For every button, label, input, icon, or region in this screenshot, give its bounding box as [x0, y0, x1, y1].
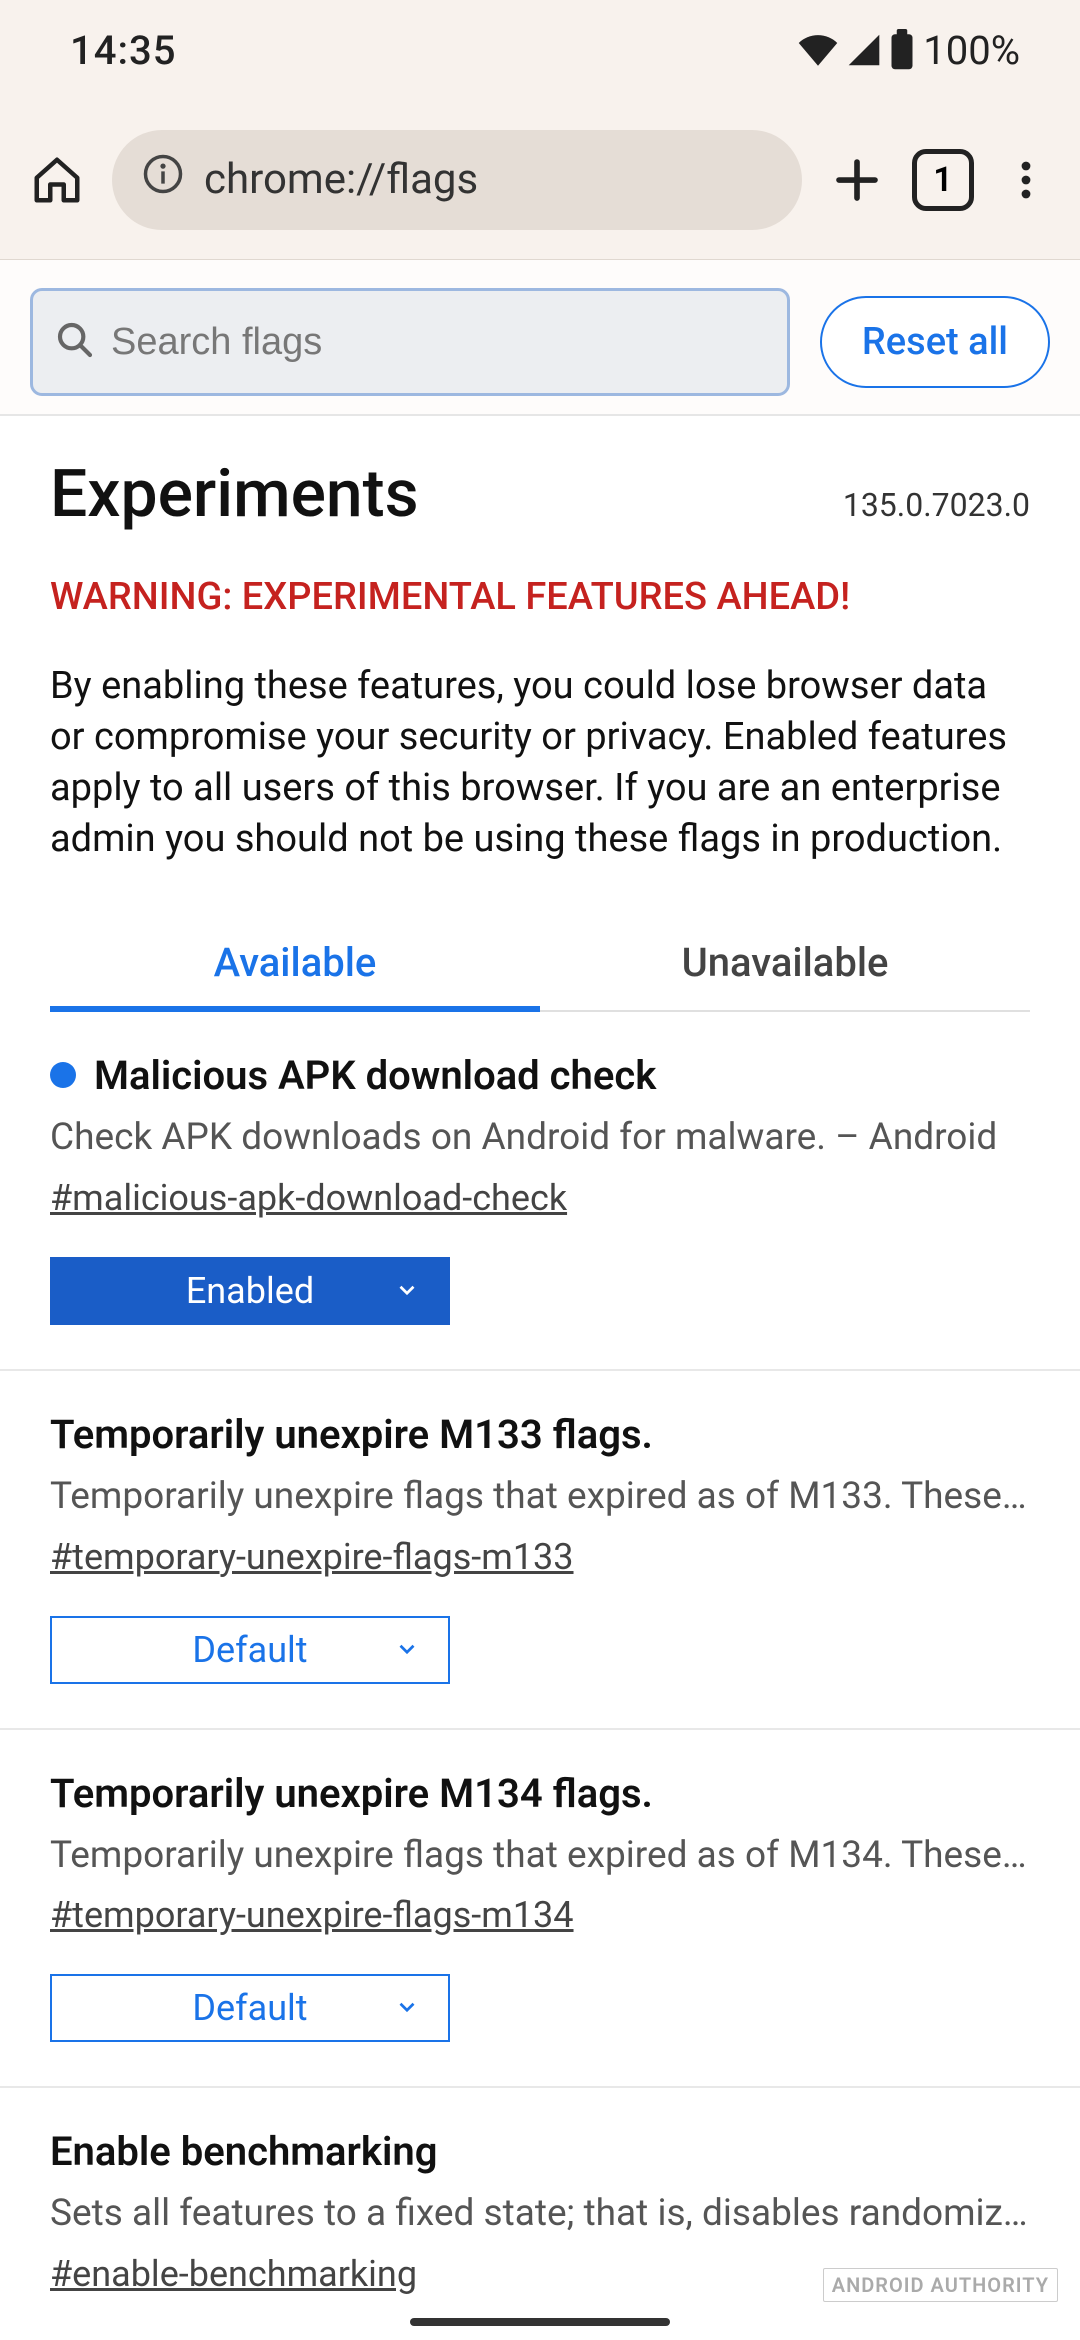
flag-description: Sets all features to a fixed state; that… — [50, 2189, 1030, 2239]
flag-item: Temporarily unexpire M133 flags. Tempora… — [0, 1371, 1080, 1730]
flag-select[interactable]: Default — [50, 1974, 450, 2042]
flag-select-value: Default — [192, 1629, 307, 1671]
browser-toolbar: chrome://flags 1 — [0, 100, 1080, 260]
page-title: Experiments — [50, 456, 419, 533]
watermark: ANDROID AUTHORITY — [823, 2268, 1058, 2302]
flag-anchor-link[interactable]: #enable-benchmarking — [50, 2253, 417, 2295]
tab-unavailable[interactable]: Unavailable — [540, 915, 1030, 1010]
flag-select[interactable]: Enabled — [50, 1257, 450, 1325]
flag-title: Enable benchmarking — [50, 2128, 1030, 2175]
header: Experiments 135.0.7023.0 — [0, 416, 1080, 543]
battery-text: 100% — [923, 27, 1020, 74]
flag-description: Check APK downloads on Android for malwa… — [50, 1113, 1030, 1163]
tab-unavailable-label: Unavailable — [682, 939, 889, 986]
warning-text: WARNING: EXPERIMENTAL FEATURES AHEAD! — [0, 543, 1080, 629]
tab-available-label: Available — [214, 939, 377, 986]
search-input[interactable] — [111, 321, 765, 364]
overflow-menu-icon[interactable] — [1002, 156, 1050, 204]
modified-dot-icon — [50, 1062, 76, 1088]
omnibox[interactable]: chrome://flags — [112, 130, 802, 230]
status-indicators: 100% — [797, 27, 1020, 74]
flag-item: Malicious APK download check Check APK d… — [0, 1012, 1080, 1371]
omnibox-url: chrome://flags — [204, 155, 478, 204]
reset-all-button[interactable]: Reset all — [820, 296, 1050, 388]
version-label: 135.0.7023.0 — [843, 486, 1030, 524]
flag-description: Temporarily unexpire flags that expired … — [50, 1831, 1030, 1881]
flag-anchor-link[interactable]: #temporary-unexpire-flags-m133 — [50, 1536, 574, 1578]
flag-select[interactable]: Default — [50, 1616, 450, 1684]
search-box[interactable] — [30, 288, 790, 396]
chevron-down-icon — [394, 1270, 420, 1312]
info-icon — [142, 153, 184, 206]
battery-icon — [889, 29, 915, 71]
flag-description: Temporarily unexpire flags that expired … — [50, 1472, 1030, 1522]
flag-anchor-link[interactable]: #malicious-apk-download-check — [50, 1177, 567, 1219]
status-time: 14:35 — [70, 27, 176, 74]
flag-title: Temporarily unexpire M133 flags. — [50, 1411, 1030, 1458]
page-content: Reset all Experiments 135.0.7023.0 WARNI… — [0, 260, 1080, 2340]
wifi-icon — [797, 33, 839, 67]
new-tab-button[interactable] — [830, 153, 884, 207]
tabs-button[interactable]: 1 — [912, 149, 974, 211]
tabs: Available Unavailable — [50, 915, 1030, 1012]
search-icon — [55, 320, 95, 364]
nav-pill[interactable] — [410, 2318, 670, 2326]
flag-anchor-link[interactable]: #temporary-unexpire-flags-m134 — [50, 1894, 574, 1936]
status-bar: 14:35 100% — [0, 0, 1080, 100]
flag-select-value: Default — [192, 1987, 307, 2029]
tab-available[interactable]: Available — [50, 915, 540, 1010]
chevron-down-icon — [394, 1987, 420, 2029]
flag-item: Temporarily unexpire M134 flags. Tempora… — [0, 1730, 1080, 2089]
flag-title: Temporarily unexpire M134 flags. — [50, 1770, 1030, 1817]
description-text: By enabling these features, you could lo… — [0, 629, 1080, 885]
reset-all-label: Reset all — [862, 320, 1008, 364]
chevron-down-icon — [394, 1629, 420, 1671]
search-row: Reset all — [0, 260, 1080, 414]
flag-title: Malicious APK download check — [94, 1052, 656, 1099]
signal-icon — [847, 33, 881, 67]
home-icon[interactable] — [30, 153, 84, 207]
tab-count: 1 — [933, 160, 952, 200]
flag-select-value: Enabled — [186, 1270, 314, 1312]
